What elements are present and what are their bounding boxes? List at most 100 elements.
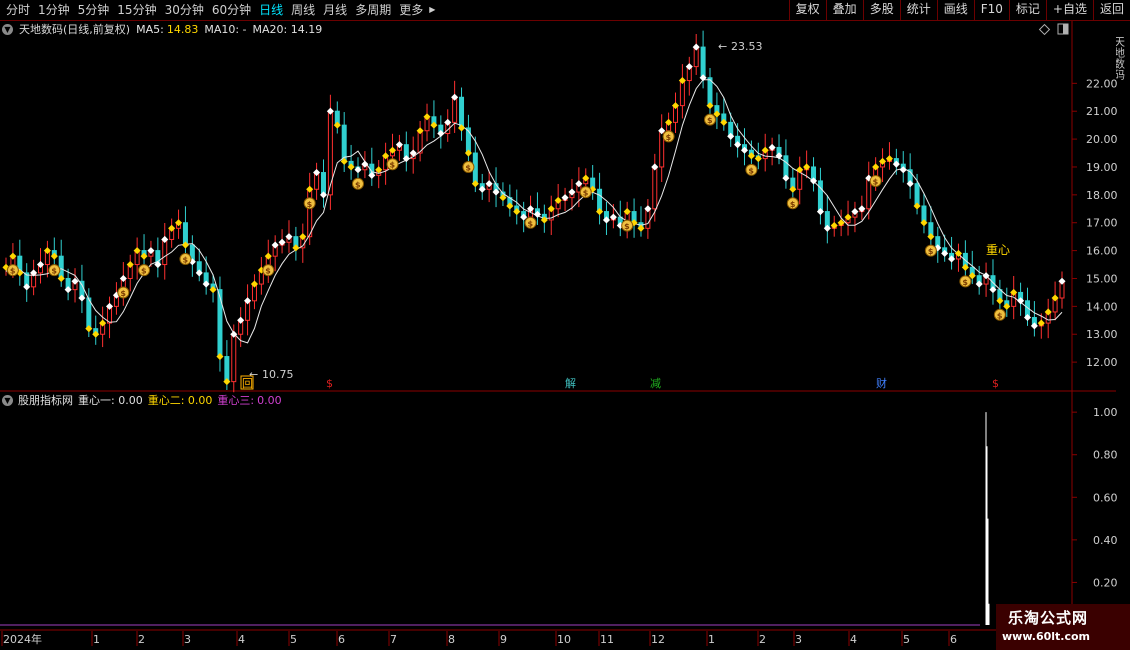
window-icon[interactable] — [1057, 23, 1069, 35]
time-tick-label: 6 — [950, 633, 957, 646]
candle-body — [327, 110, 333, 196]
indicator-tick-label: 0.40 — [1093, 534, 1118, 547]
time-tick-label: 1 — [93, 633, 100, 646]
event-marker[interactable]: 财 — [876, 376, 887, 390]
svg-text:$: $ — [928, 247, 934, 256]
money-bag-icon: $ — [352, 177, 364, 190]
svg-text:$: $ — [355, 180, 361, 189]
money-bag-icon: $ — [745, 163, 758, 176]
svg-text:回: 回 — [242, 377, 253, 390]
event-marker[interactable]: 减 — [650, 377, 661, 390]
time-tick-label: 3 — [795, 633, 802, 646]
price-tick-label: 22.00 — [1086, 77, 1118, 90]
svg-text:$: $ — [307, 200, 313, 209]
event-marker[interactable]: $ — [326, 377, 333, 390]
time-tick-label: 3 — [184, 633, 191, 646]
svg-text:解: 解 — [565, 376, 576, 390]
event-marker[interactable]: $ — [992, 377, 999, 390]
svg-text:$: $ — [390, 161, 396, 170]
indicator-spike — [985, 412, 990, 625]
candle-body — [452, 96, 458, 123]
candle-body — [652, 166, 658, 210]
time-tick-label: 5 — [903, 633, 910, 646]
price-tick-label: 21.00 — [1086, 105, 1118, 118]
svg-text:$: $ — [528, 219, 534, 228]
svg-text:$: $ — [120, 289, 126, 298]
svg-text:$: $ — [790, 200, 796, 209]
event-marker[interactable]: 解 — [565, 376, 576, 390]
time-tick-label: 9 — [500, 633, 507, 646]
candle-body — [307, 188, 313, 238]
svg-text:$: $ — [707, 116, 713, 125]
price-tick-label: 15.00 — [1086, 272, 1118, 285]
price-dots — [2, 43, 1066, 386]
time-tick-label: 4 — [850, 633, 857, 646]
svg-text:$: $ — [141, 267, 147, 276]
time-tick-label: 2024年 — [3, 632, 42, 646]
money-bag-icon: $ — [179, 253, 192, 266]
money-bag-icon: $ — [704, 113, 716, 126]
indicator-tick-label: 0.20 — [1093, 576, 1118, 589]
svg-text:$: $ — [583, 189, 589, 198]
price-tick-label: 19.00 — [1086, 161, 1118, 174]
candle-body — [162, 238, 168, 266]
money-bag-icon: $ — [138, 264, 151, 277]
svg-text:$: $ — [182, 256, 188, 265]
side-text-svg: 天地数码 — [1116, 36, 1126, 81]
time-tick-label: 10 — [557, 633, 571, 646]
price-tick-label: 12.00 — [1086, 356, 1118, 369]
price-tick-label: 14.00 — [1086, 300, 1118, 313]
time-tick-label: 8 — [448, 633, 455, 646]
low-price-label: 10.75 — [262, 368, 294, 381]
money-bag-icon: $ — [621, 219, 634, 232]
money-bag-icon: $ — [924, 244, 937, 257]
candle-body — [217, 289, 223, 358]
money-bag-icon: $ — [869, 174, 882, 187]
candle-body — [707, 77, 713, 107]
indicator-tick-label: 0.80 — [1093, 449, 1118, 462]
money-bag-icon: $ — [462, 161, 475, 174]
money-bag-icon: $ — [6, 264, 19, 277]
price-tick-label: 13.00 — [1086, 328, 1118, 341]
candle-body — [459, 96, 465, 129]
candle-body — [224, 356, 230, 383]
price-tick-label: 18.00 — [1086, 189, 1118, 202]
money-bag-icon: $ — [786, 197, 799, 210]
money-bag-icon: $ — [303, 197, 316, 210]
watermark: 乐淘公式网 www.60lt.com — [996, 604, 1130, 650]
indicator-axis-ticks: 1.00 0.80 0.60 0.40 0.20 — [1072, 406, 1118, 589]
money-bag-icon: $ — [48, 264, 61, 277]
money-bag-icon: $ — [993, 308, 1006, 321]
price-tick-label: 20.00 — [1086, 133, 1118, 146]
watermark-url: www.60lt.com — [1002, 630, 1091, 643]
side-panel-edge: 天地数码 — [1116, 20, 1130, 630]
time-axis-labels: 2024年 1 2 3 4 5 6 7 8 9 10 11 12 1 2 3 4 5 6 — [1, 631, 957, 646]
event-marker[interactable]: 回 — [240, 375, 254, 390]
svg-text:$: $ — [51, 267, 57, 276]
money-bag-icon: $ — [579, 186, 592, 199]
svg-text:$: $ — [873, 177, 879, 186]
money-bag-icon: $ — [662, 130, 675, 143]
money-bag-icon: $ — [262, 264, 275, 277]
candle-body — [231, 333, 237, 383]
candles — [3, 30, 1065, 393]
time-tick-label: 6 — [338, 633, 345, 646]
price-tick-label: 17.00 — [1086, 217, 1118, 230]
svg-text:$: $ — [465, 164, 471, 173]
candle-body — [679, 80, 685, 107]
money-bag-icon: $ — [524, 216, 537, 229]
event-markers[interactable]: 回 $ 解 减 财 $ — [240, 375, 999, 390]
time-tick-label: 11 — [600, 633, 614, 646]
svg-text:$: $ — [666, 133, 672, 142]
indicator-tick-label: 1.00 — [1093, 406, 1118, 419]
price-axis-ticks: 22.00 21.00 20.00 19.00 18.00 17.00 16.00 15.00… — [1072, 77, 1118, 369]
extreme-labels: 23.53 ← 10.75 ← — [249, 40, 763, 381]
time-tick-label: 2 — [138, 633, 145, 646]
focus-annotation: 重心 — [986, 243, 1010, 257]
kline-chart[interactable]: 22.0021.0020.0019.0018.0017.0016.0015.00… — [0, 0, 1130, 650]
svg-text:$: $ — [326, 377, 333, 390]
indicator-tick-label: 0.60 — [1093, 491, 1118, 504]
svg-text:$: $ — [962, 278, 968, 287]
svg-text:$: $ — [748, 166, 754, 175]
diamond-icon[interactable] — [1038, 23, 1051, 36]
